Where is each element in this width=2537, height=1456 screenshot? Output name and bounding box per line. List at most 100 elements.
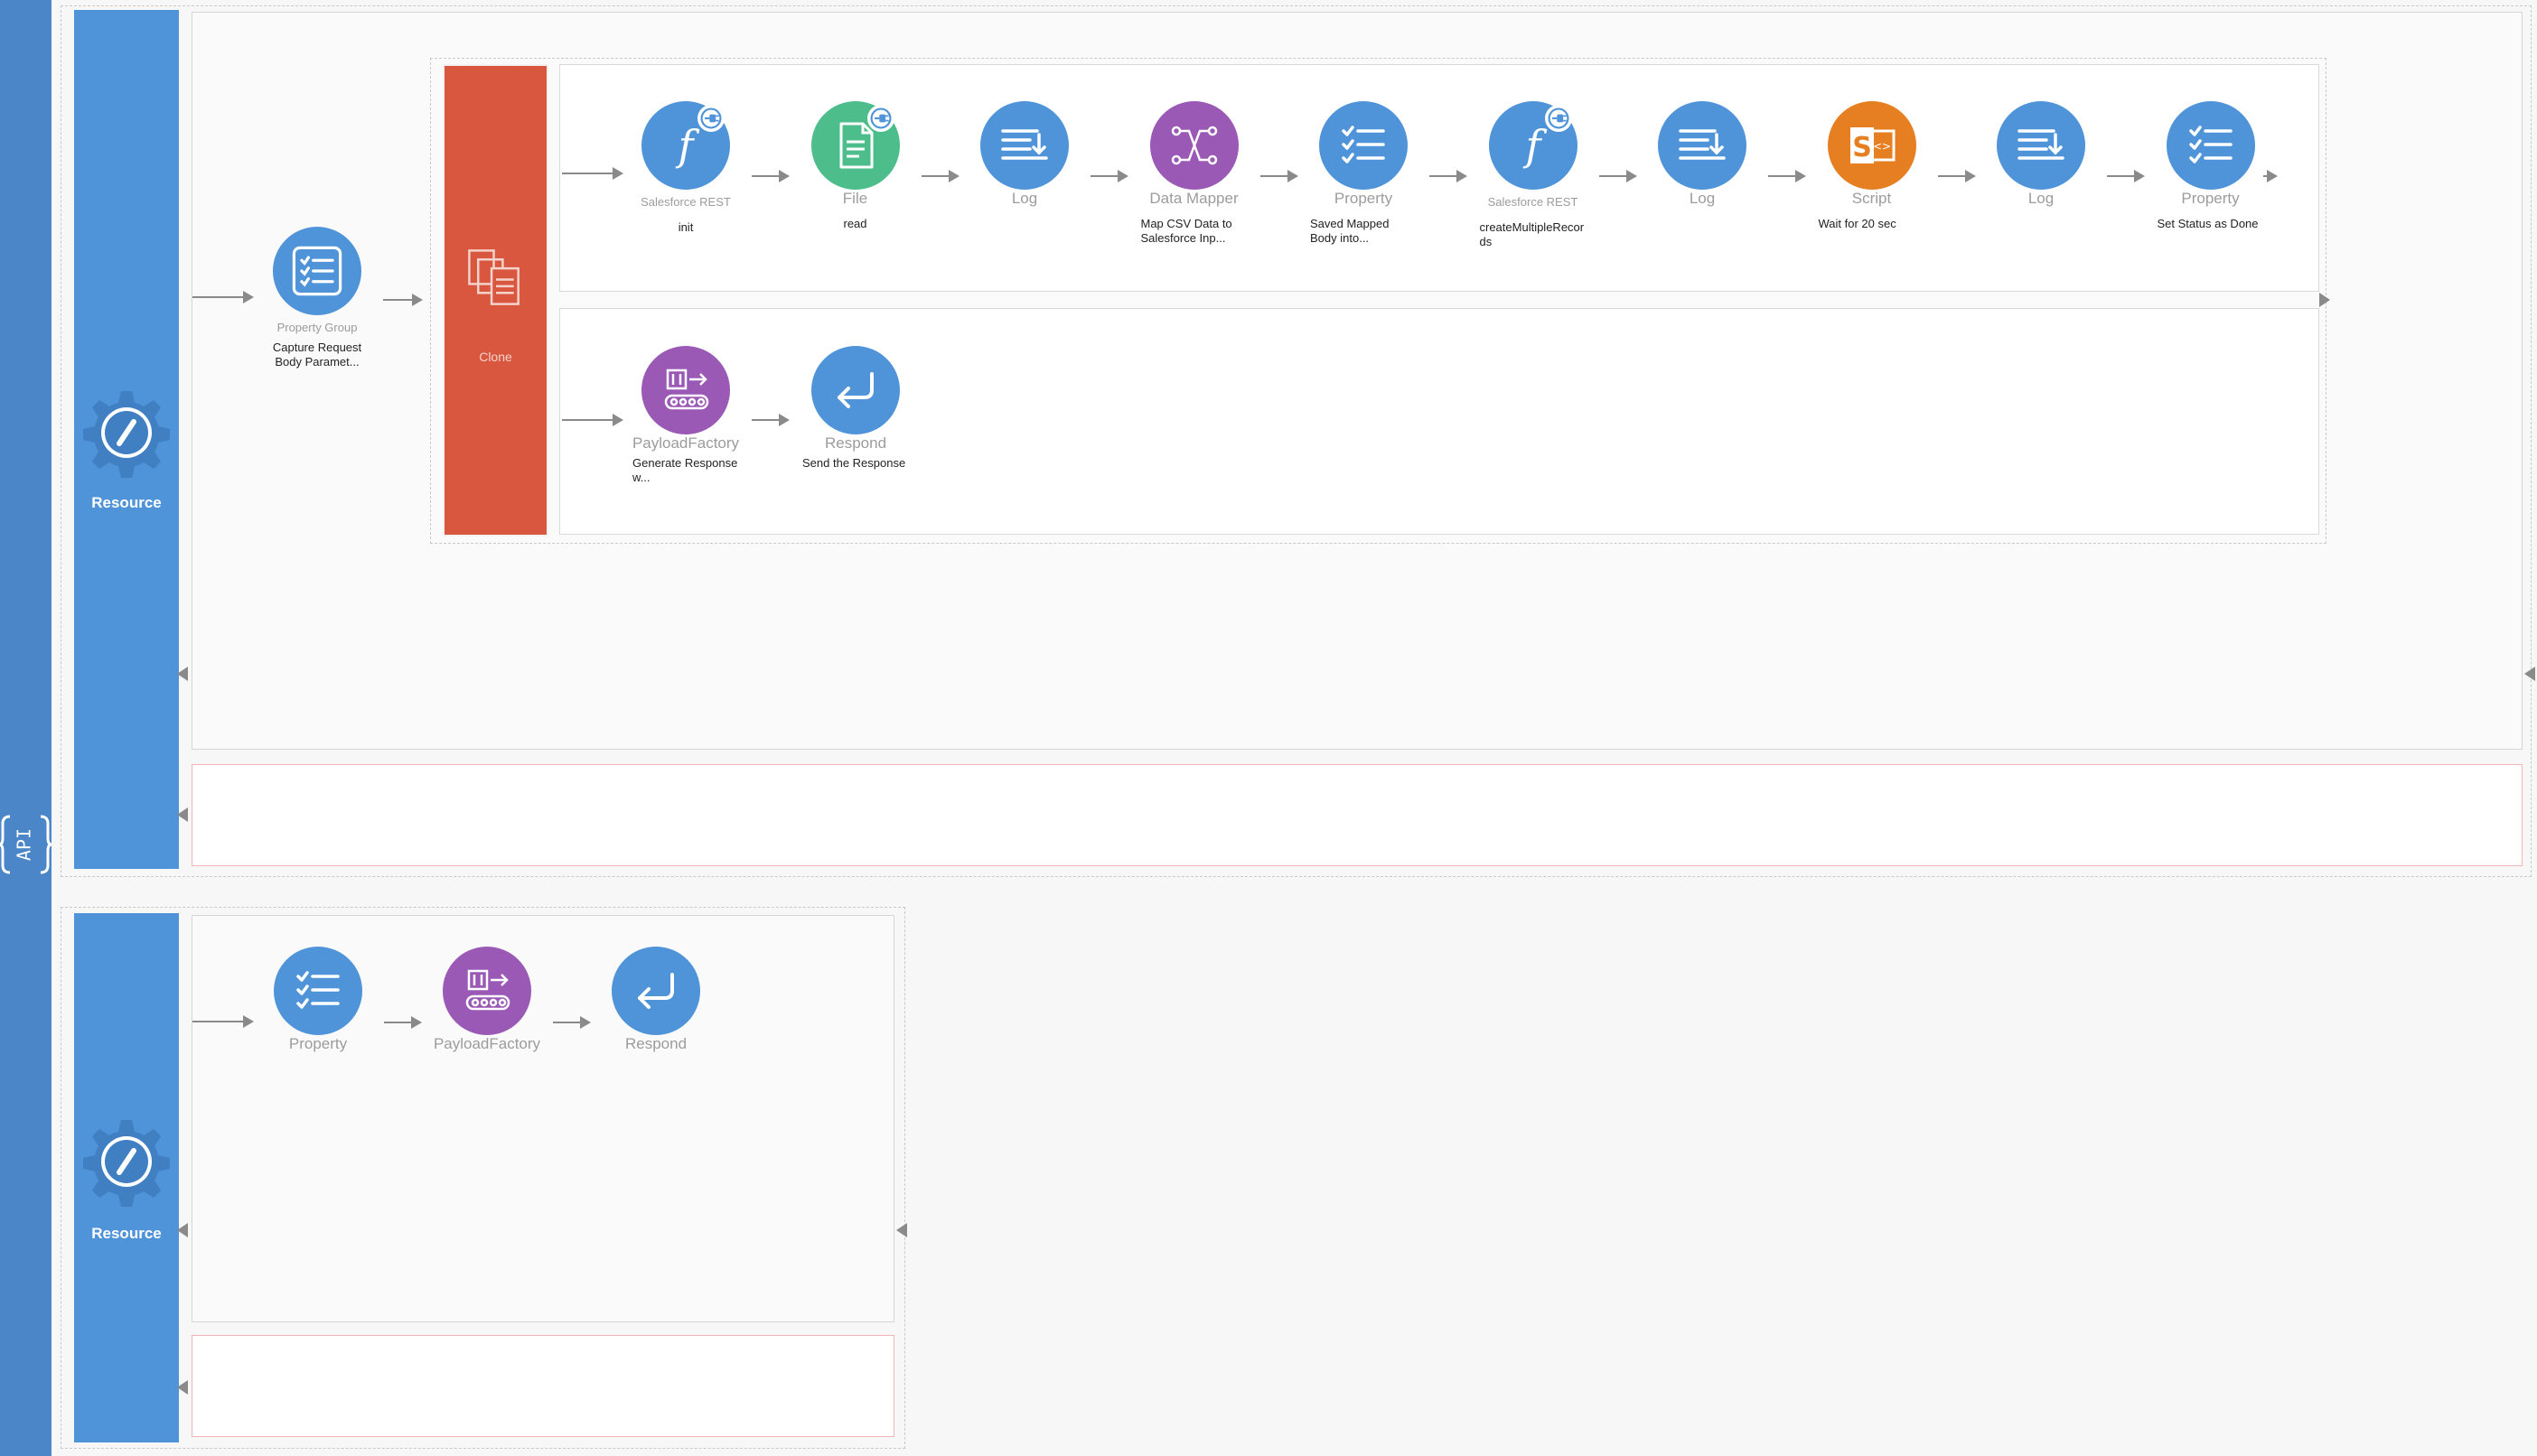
sequence-end-marker [177,1223,188,1237]
mediator-circle[interactable] [443,947,531,1035]
node-type-label: Respond [624,1035,688,1052]
mediator-circle[interactable] [641,346,730,434]
script-icon [1845,118,1899,173]
node-name-label: createMultipleRecords [1479,220,1585,248]
payload-factory-icon [460,964,514,1018]
node-type-label: Log [2027,190,2055,207]
flow-arrow [1259,170,1298,182]
resource-1-label: Resource [91,494,162,511]
sequence-out-marker [896,1223,907,1237]
flow-arrow [1598,170,1637,182]
node-type-label: Script [1851,190,1892,207]
node-type-label: PayloadFactory [632,434,740,452]
respond-node[interactable]: Respond Send the Response [788,346,923,471]
resource-1-bar[interactable]: Resource [74,10,179,869]
file-node[interactable]: File read [788,101,923,231]
node-name-label: Wait for 20 sec [1818,217,1896,230]
clone-mediator[interactable]: Clone [443,64,548,537]
node-name-label: read [843,217,867,230]
resource-2-fault-sequence [192,1335,894,1437]
property-node[interactable]: Property Set Status as Done [2143,101,2279,231]
flow-arrow [1429,170,1467,182]
property-group-node[interactable]: Property Group Capture Request Body Para… [249,227,385,369]
node-type-label: File [842,190,868,207]
node-type-label: Property Group [276,321,358,334]
data-mapper-node[interactable]: Data Mapper Map CSV Data to Salesforce In… [1127,101,1262,246]
node-type-label: Salesforce REST [641,195,731,209]
node-name-label: Capture Request Body Paramet... [272,341,362,369]
node-type-label: Data Mapper [1149,190,1239,207]
mediator-circle[interactable] [811,346,900,434]
node-type-label: Log [1689,190,1716,207]
flow-arrow [562,167,623,180]
flow-arrow [553,1016,591,1029]
clone-docs-icon [468,249,520,305]
connector-plug-icon [866,105,894,132]
flow-arrow [1091,170,1128,182]
node-type-label: PayloadFactory [433,1035,541,1052]
resource-1-fault-sequence [192,764,2523,866]
mediator-circle[interactable] [810,101,900,190]
connector-plug-icon [697,105,725,132]
mediator-circle[interactable] [1319,101,1408,190]
clone-out-marker [2319,293,2330,307]
svg-text:API: API [14,828,35,861]
log-node[interactable]: Log [957,101,1092,208]
gear-icon [81,378,172,487]
salesforce-rest-node[interactable]: Salesforce REST init [618,101,754,235]
mediator-circle[interactable] [612,947,700,1035]
flow-arrow [562,414,623,426]
fault-end-marker [177,807,188,822]
flow-arrow [2263,170,2278,182]
log-node[interactable]: Log [1973,101,2109,208]
clone-label: Clone [479,350,512,364]
property-group-circle[interactable] [273,227,361,315]
mediator-circle[interactable] [1488,101,1577,190]
node-type-label: Salesforce REST [1487,195,1578,209]
resource-2-bar[interactable]: Resource [74,913,179,1442]
node-name-label: init [678,220,694,234]
flow-arrow [2107,170,2145,182]
log-icon [997,118,1052,173]
respond-icon [829,363,883,417]
property-node[interactable]: Property Saved Mapped Body into... [1296,101,1431,246]
log-icon [2014,118,2068,173]
flow-arrow [1937,170,1976,182]
node-type-label: Log [1011,190,1038,207]
log-node[interactable]: Log [1634,101,1770,208]
mediator-circle[interactable] [1827,101,1916,190]
flow-arrow [383,294,423,306]
flow-arrow [1768,170,1806,182]
node-name-label: Set Status as Done [2157,217,2259,230]
node-type-label: Property [288,1035,348,1052]
node-name-label: Generate Response w... [632,456,738,484]
sequence-out-marker [2524,667,2535,681]
script-node[interactable]: Script Wait for 20 sec [1804,101,1940,231]
sequence-end-marker [177,667,188,681]
mediator-circle[interactable] [641,101,730,190]
plug-icon [869,107,893,130]
mediator-circle[interactable] [1149,101,1239,190]
connector-plug-icon [1544,105,1572,132]
payloadfactory-node[interactable]: PayloadFactory Generate Response w... [618,346,754,485]
mediator-circle[interactable] [274,947,362,1035]
resource-2-label: Resource [91,1225,162,1242]
mediator-circle[interactable] [1658,101,1746,190]
node-type-label: Respond [824,434,887,452]
plug-icon [1547,107,1570,130]
plug-icon [699,107,723,130]
salesforce-rest-node[interactable]: Salesforce REST createMultipleRecords [1465,101,1601,249]
checklist-icon [2184,118,2238,173]
mediator-circle[interactable] [1997,101,2085,190]
payload-factory-icon [659,363,713,417]
property-node[interactable]: Property [250,947,386,1053]
respond-node[interactable]: Respond [588,947,724,1053]
node-type-label: Property [1334,190,1393,207]
checklist-icon [288,242,346,300]
payloadfactory-node[interactable]: PayloadFactory [419,947,555,1053]
mapper-icon [1167,118,1222,173]
mediator-circle[interactable] [2166,101,2255,190]
node-name-label: Map CSV Data to Salesforce Inp... [1140,217,1232,245]
flow-arrow [752,170,790,182]
mediator-circle[interactable] [980,101,1069,190]
